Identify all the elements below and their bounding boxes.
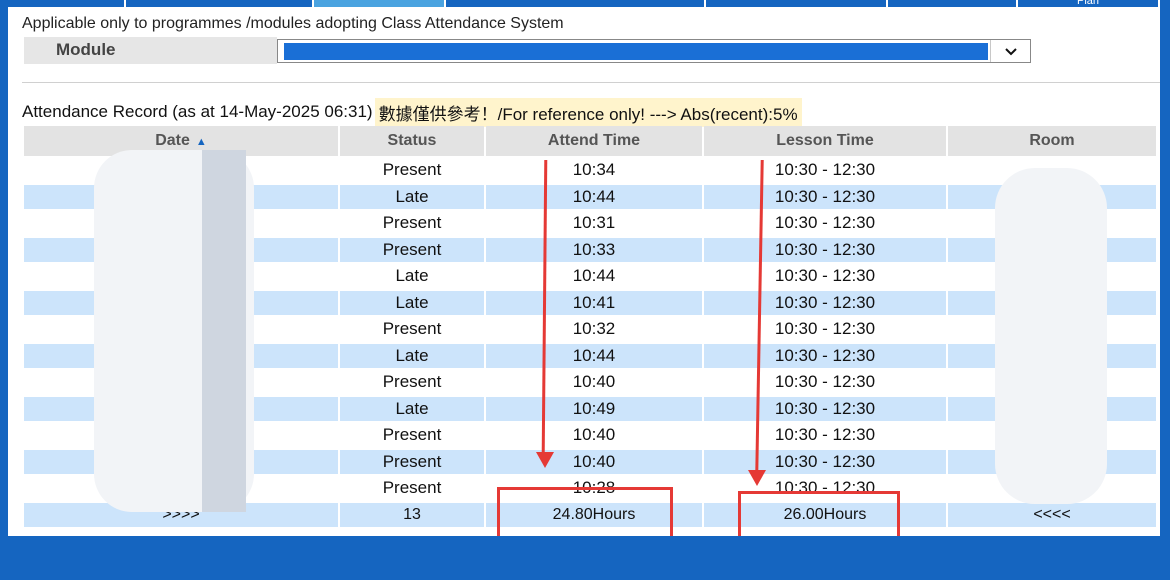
- module-selected-value: [284, 43, 988, 60]
- cell-lesson-time: 10:30 - 12:30: [704, 317, 946, 342]
- cell-attend-time: 10:40: [486, 449, 702, 474]
- cell-attend-time: 10:31: [486, 211, 702, 236]
- cell-status: Present: [340, 370, 484, 395]
- cell-lesson-time: 10:30 - 12:30: [704, 184, 946, 209]
- cell-status: Present: [340, 211, 484, 236]
- cell-total-status: 13: [340, 502, 484, 527]
- module-label: Module: [24, 37, 277, 64]
- cell-status: Present: [340, 158, 484, 183]
- module-row: Module: [24, 37, 1166, 64]
- cell-attend-time: 10:41: [486, 290, 702, 315]
- record-title: Attendance Record (as at 14-May-2025 06:…: [22, 102, 373, 121]
- notice-text: Applicable only to programmes /modules a…: [22, 15, 564, 32]
- tab-1[interactable]: [8, 0, 126, 7]
- frame-left: [0, 0, 8, 580]
- column-header-status[interactable]: Status: [340, 126, 484, 156]
- annotation-arrow-lesson-head: [748, 470, 766, 486]
- cell-status: Present: [340, 449, 484, 474]
- cell-attend-time: 10:44: [486, 264, 702, 289]
- cell-lesson-time: 10:30 - 12:30: [704, 158, 946, 183]
- sort-up-icon[interactable]: ▲: [196, 136, 207, 148]
- cell-status: Late: [340, 290, 484, 315]
- tab-2[interactable]: [126, 0, 314, 7]
- column-header-lesson-time[interactable]: Lesson Time: [704, 126, 946, 156]
- tab-4[interactable]: [446, 0, 706, 7]
- column-header-attend-time[interactable]: Attend Time: [486, 126, 702, 156]
- date-redaction-strip: [202, 150, 246, 512]
- cell-status: Present: [340, 423, 484, 448]
- cell-attend-time: 10:32: [486, 317, 702, 342]
- cell-status: Present: [340, 237, 484, 262]
- tab-6[interactable]: [888, 0, 1018, 7]
- chevron-down-icon[interactable]: [990, 40, 1030, 62]
- column-header-room[interactable]: Room: [948, 126, 1156, 156]
- cell-attend-time: 10:44: [486, 184, 702, 209]
- cell-attend-time: 10:49: [486, 396, 702, 421]
- cell-attend-time: 10:34: [486, 158, 702, 183]
- cell-status: Late: [340, 396, 484, 421]
- attendance-record-heading: Attendance Record (as at 14-May-2025 06:…: [22, 97, 802, 127]
- cell-status: Present: [340, 476, 484, 501]
- tab-plan[interactable]: Plan: [1018, 0, 1160, 7]
- cell-status: Late: [340, 343, 484, 368]
- cell-lesson-time: 10:30 - 12:30: [704, 264, 946, 289]
- cell-lesson-time: 10:30 - 12:30: [704, 370, 946, 395]
- cell-status: Present: [340, 317, 484, 342]
- tab-5[interactable]: [706, 0, 888, 7]
- cell-total-room: <<<<: [948, 502, 1156, 527]
- cell-lesson-time: 10:30 - 12:30: [704, 343, 946, 368]
- cell-lesson-time: 10:30 - 12:30: [704, 237, 946, 262]
- date-redaction-overlay: [94, 150, 254, 512]
- annotation-arrow-attend-head: [536, 452, 554, 468]
- cell-attend-time: 10:40: [486, 370, 702, 395]
- room-redaction-overlay: [995, 168, 1107, 504]
- frame-right: [1160, 0, 1170, 580]
- cell-status: Late: [340, 184, 484, 209]
- reference-note: 數據僅供參考！/For reference only! ---> Abs(rec…: [374, 97, 802, 127]
- section-divider: [22, 82, 1160, 83]
- tab-3-active[interactable]: [314, 0, 446, 7]
- cell-lesson-time: 10:30 - 12:30: [704, 396, 946, 421]
- cell-status: Late: [340, 264, 484, 289]
- cell-lesson-time: 10:30 - 12:30: [704, 423, 946, 448]
- cell-attend-time: 10:44: [486, 343, 702, 368]
- cell-attend-time: 10:40: [486, 423, 702, 448]
- cell-lesson-time: 10:30 - 12:30: [704, 449, 946, 474]
- top-tab-strip: Plan: [8, 0, 1160, 7]
- frame-bottom: [0, 536, 1170, 580]
- module-select[interactable]: [277, 39, 1031, 63]
- cell-lesson-time: 10:30 - 12:30: [704, 211, 946, 236]
- cell-lesson-time: 10:30 - 12:30: [704, 290, 946, 315]
- cell-attend-time: 10:33: [486, 237, 702, 262]
